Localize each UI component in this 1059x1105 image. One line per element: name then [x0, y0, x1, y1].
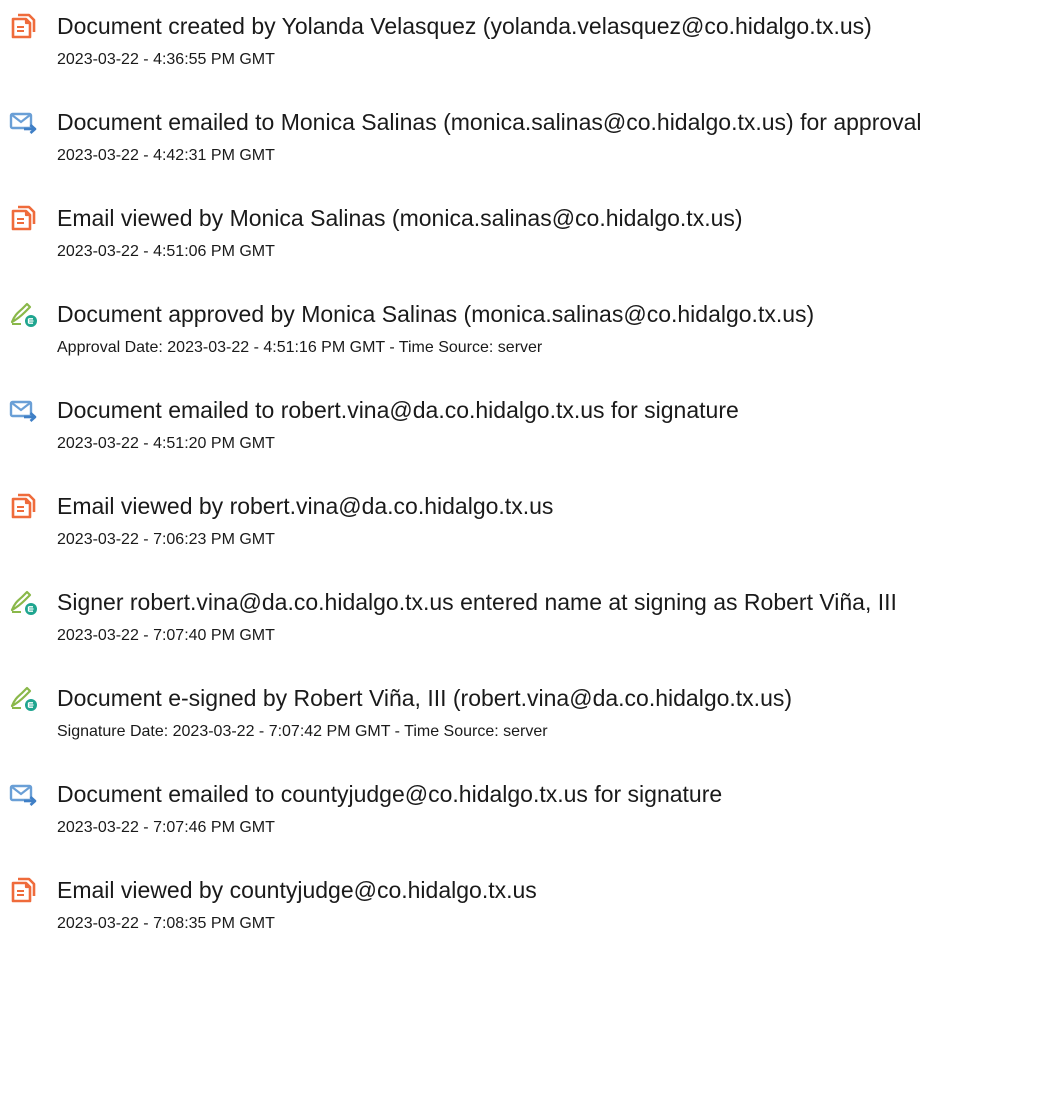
- event-timestamp: 2023-03-22 - 7:07:46 PM GMT: [57, 819, 275, 836]
- e-sign-icon: [9, 684, 37, 712]
- document-icon: [9, 876, 37, 904]
- event-title: Email viewed by robert.vina@da.co.hidalg…: [57, 493, 554, 519]
- event-timestamp: 2023-03-22 - 7:06:23 PM GMT: [57, 531, 275, 548]
- event-timestamp: 2023-03-22 - 4:42:31 PM GMT: [57, 147, 275, 164]
- audit-event: Signer robert.vina@da.co.hidalgo.tx.us e…: [0, 588, 1059, 684]
- audit-event: Email viewed by Monica Salinas (monica.s…: [0, 204, 1059, 300]
- audit-event: Document e-signed by Robert Viña, III (r…: [0, 684, 1059, 780]
- audit-event: Email viewed by countyjudge@co.hidalgo.t…: [0, 876, 1059, 972]
- event-timestamp: Approval Date: 2023-03-22 - 4:51:16 PM G…: [57, 339, 543, 356]
- document-icon: [9, 204, 37, 232]
- event-title: Document emailed to robert.vina@da.co.hi…: [57, 397, 739, 423]
- event-title: Signer robert.vina@da.co.hidalgo.tx.us e…: [57, 589, 897, 615]
- email-sent-icon: [9, 396, 37, 424]
- event-title: Email viewed by Monica Salinas (monica.s…: [57, 205, 743, 231]
- event-timestamp: Signature Date: 2023-03-22 - 7:07:42 PM …: [57, 723, 548, 740]
- event-title: Document created by Yolanda Velasquez (y…: [57, 13, 872, 39]
- audit-event: Document emailed to countyjudge@co.hidal…: [0, 780, 1059, 876]
- audit-event: Document emailed to robert.vina@da.co.hi…: [0, 396, 1059, 492]
- event-timestamp: 2023-03-22 - 7:08:35 PM GMT: [57, 915, 275, 932]
- audit-event: Document created by Yolanda Velasquez (y…: [0, 12, 1059, 108]
- email-sent-icon: [9, 108, 37, 136]
- event-title: Document emailed to Monica Salinas (moni…: [57, 109, 922, 135]
- event-title: Document e-signed by Robert Viña, III (r…: [57, 685, 793, 711]
- audit-event: Document emailed to Monica Salinas (moni…: [0, 108, 1059, 204]
- event-title: Email viewed by countyjudge@co.hidalgo.t…: [57, 877, 537, 903]
- event-timestamp: 2023-03-22 - 4:36:55 PM GMT: [57, 51, 275, 68]
- event-title: Document approved by Monica Salinas (mon…: [57, 301, 815, 327]
- e-sign-icon: [9, 300, 37, 328]
- event-timestamp: 2023-03-22 - 4:51:20 PM GMT: [57, 435, 275, 452]
- document-icon: [9, 12, 37, 40]
- email-sent-icon: [9, 780, 37, 808]
- event-timestamp: 2023-03-22 - 4:51:06 PM GMT: [57, 243, 275, 260]
- audit-event: Document approved by Monica Salinas (mon…: [0, 300, 1059, 396]
- document-icon: [9, 492, 37, 520]
- e-sign-icon: [9, 588, 37, 616]
- event-timestamp: 2023-03-22 - 7:07:40 PM GMT: [57, 627, 275, 644]
- audit-event: Email viewed by robert.vina@da.co.hidalg…: [0, 492, 1059, 588]
- event-title: Document emailed to countyjudge@co.hidal…: [57, 781, 723, 807]
